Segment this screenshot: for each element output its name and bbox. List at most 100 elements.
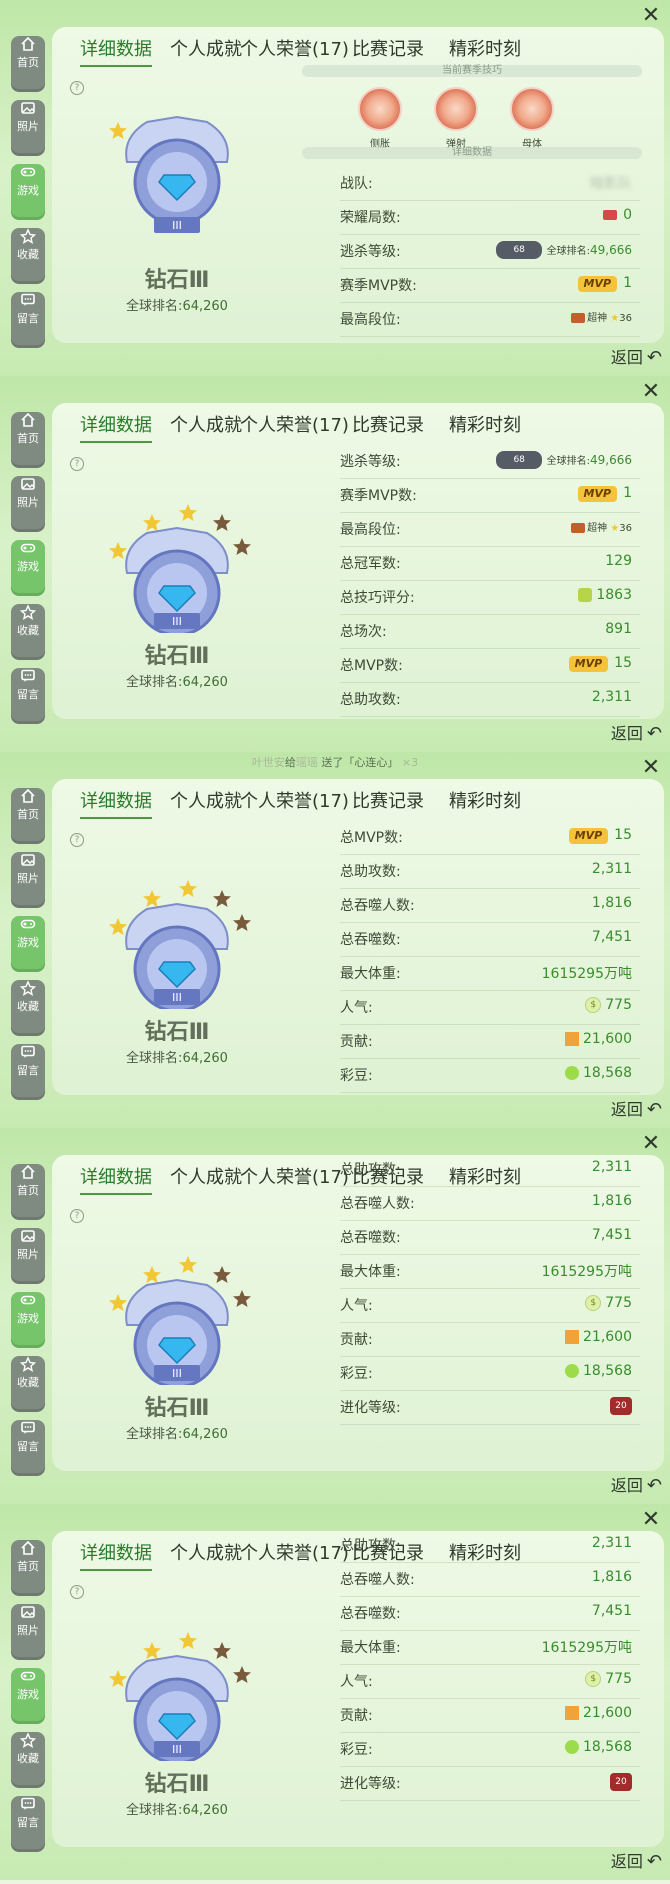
tab-highlights[interactable]: 精彩时刻 <box>449 35 521 61</box>
sidebar-item-gamepad[interactable]: 游戏 <box>11 540 45 596</box>
rank-badge: III <box>92 839 262 1013</box>
skill-item[interactable]: 侧胀 <box>357 87 403 150</box>
rank-star-icon <box>109 1670 127 1687</box>
skill-item[interactable]: 母体 <box>509 87 555 150</box>
sidebar-item-gamepad[interactable]: 游戏 <box>11 1292 45 1348</box>
tab-achievements[interactable]: 个人成就 <box>170 1163 242 1189</box>
tab-match-records[interactable]: 比赛记录 <box>352 787 424 813</box>
sidebar-item-message[interactable]: 留言 <box>11 1420 45 1476</box>
bean-icon <box>565 1066 579 1080</box>
back-button[interactable]: 返回 ↶ <box>611 344 662 368</box>
sidebar-item-home[interactable]: 首页 <box>11 412 45 468</box>
stat-label: 总助攻数: <box>340 864 401 880</box>
profile-card: 详细数据 个人成就 个人荣誉(17) 比赛记录 精彩时刻? III 钻石Ⅲ 全球排名:64… <box>52 779 664 1095</box>
back-button[interactable]: 返回 ↶ <box>611 720 662 744</box>
tab-achievements[interactable]: 个人成就 <box>170 411 242 437</box>
sidebar-item-gamepad[interactable]: 游戏 <box>11 1668 45 1724</box>
tab-honors[interactable]: 个人荣誉(17) <box>240 1539 349 1565</box>
tab-match-records[interactable]: 比赛记录 <box>352 411 424 437</box>
back-button[interactable]: 返回 ↶ <box>611 1472 662 1496</box>
rank-star-icon <box>233 538 251 555</box>
popularity-value: $775 <box>585 997 632 1013</box>
devoured-players-value: 1,816 <box>591 1569 632 1585</box>
help-icon[interactable]: ? <box>70 1585 84 1599</box>
sidebar-item-label: 首页 <box>17 432 39 445</box>
sidebar-item-home[interactable]: 首页 <box>11 1164 45 1220</box>
stats-list: 总MVP数: MVP 15 总助攻数: 2,311 总吞噬人数: 1,816 总吞噬数:… <box>340 821 640 1095</box>
gift-banner: 叶世安给瑶瑶 送了「心连心」 ×3 <box>251 756 419 769</box>
stat-row-devoured-players: 总吞噬人数:1,816 <box>340 889 640 923</box>
sidebar-item-photo[interactable]: 照片 <box>11 100 45 156</box>
tab-match-records[interactable]: 比赛记录 <box>352 35 424 61</box>
sidebar-item-home[interactable]: 首页 <box>11 1540 45 1596</box>
rank-star-icon <box>213 514 231 531</box>
tab-details[interactable]: 详细数据 <box>80 1163 152 1195</box>
sidebar-item-message[interactable]: 留言 <box>11 668 45 724</box>
help-icon[interactable]: ? <box>70 1209 84 1223</box>
tab-details[interactable]: 详细数据 <box>80 787 152 819</box>
stat-row-contribution: 贡献: 21,600 <box>340 1323 640 1357</box>
sidebar-item-photo[interactable]: 照片 <box>11 476 45 532</box>
star-badge-icon <box>11 1356 45 1372</box>
tab-details[interactable]: 详细数据 <box>80 1539 152 1571</box>
back-button[interactable]: 返回 ↶ <box>611 1848 662 1872</box>
close-icon[interactable]: ✕ <box>640 5 662 28</box>
sidebar-item-label: 首页 <box>17 1184 39 1197</box>
rank-star-icon <box>109 542 127 559</box>
skill-orb-icon <box>434 87 478 131</box>
sidebar-item-star-badge[interactable]: 收藏 <box>11 604 45 660</box>
sidebar-item-star-badge[interactable]: 收藏 <box>11 228 45 284</box>
tab-details[interactable]: 详细数据 <box>80 35 152 67</box>
sidebar-item-message[interactable]: 留言 <box>11 1796 45 1852</box>
tab-achievements[interactable]: 个人成就 <box>170 787 242 813</box>
tab-achievements[interactable]: 个人成就 <box>170 1539 242 1565</box>
sidebar-item-star-badge[interactable]: 收藏 <box>11 1356 45 1412</box>
stat-row-skill-score: 总技巧评分: 1863 <box>340 581 640 615</box>
diamond-rank-badge-icon: III <box>109 1632 251 1765</box>
sidebar-item-message[interactable]: 留言 <box>11 292 45 348</box>
sidebar-item-home[interactable]: 首页 <box>11 36 45 92</box>
sidebar-item-home[interactable]: 首页 <box>11 788 45 844</box>
sidebar-item-star-badge[interactable]: 收藏 <box>11 1732 45 1788</box>
bean-icon <box>565 1364 579 1378</box>
stat-label: 总MVP数: <box>340 830 403 846</box>
detail-section-title: 详细数据 <box>302 147 642 159</box>
tab-highlights[interactable]: 精彩时刻 <box>449 411 521 437</box>
stat-label: 彩豆: <box>340 1366 373 1382</box>
tab-honors[interactable]: 个人荣誉(17) <box>240 35 349 61</box>
tab-achievements[interactable]: 个人成就 <box>170 35 242 61</box>
stat-label: 总吞噬人数: <box>340 898 415 914</box>
tab-details[interactable]: 详细数据 <box>80 411 152 443</box>
sidebar-item-gamepad[interactable]: 游戏 <box>11 916 45 972</box>
back-button[interactable]: 返回 ↶ <box>611 1096 662 1120</box>
help-icon[interactable]: ? <box>70 81 84 95</box>
sidebar-item-label: 收藏 <box>17 1000 39 1013</box>
gift-icon <box>565 1330 579 1344</box>
stat-label: 最大体重: <box>340 1640 401 1656</box>
svg-text:III: III <box>172 1367 182 1380</box>
close-icon[interactable]: ✕ <box>640 1509 662 1532</box>
back-arrow-icon: ↶ <box>646 1475 662 1496</box>
stat-label: 总MVP数: <box>340 658 403 674</box>
gamepad-icon <box>11 164 45 180</box>
sidebar-item-photo[interactable]: 照片 <box>11 852 45 908</box>
tab-highlights[interactable]: 精彩时刻 <box>449 787 521 813</box>
stat-label: 总吞噬数: <box>340 1606 401 1622</box>
sidebar-item-photo[interactable]: 照片 <box>11 1228 45 1284</box>
rank-star-icon <box>143 1642 161 1659</box>
tab-honors[interactable]: 个人荣誉(17) <box>240 411 349 437</box>
sidebar-item-photo[interactable]: 照片 <box>11 1604 45 1660</box>
tab-honors[interactable]: 个人荣誉(17) <box>240 1163 349 1189</box>
help-icon[interactable]: ? <box>70 833 84 847</box>
close-icon[interactable]: ✕ <box>640 381 662 404</box>
tab-honors[interactable]: 个人荣誉(17) <box>240 787 349 813</box>
sidebar-item-message[interactable]: 留言 <box>11 1044 45 1100</box>
skill-item[interactable]: 弹射 <box>433 87 479 150</box>
close-icon[interactable]: ✕ <box>640 1133 662 1156</box>
help-icon[interactable]: ? <box>70 457 84 471</box>
sidebar-item-gamepad[interactable]: 游戏 <box>11 164 45 220</box>
stat-row-devoured-players: 总吞噬人数:1,816 <box>340 717 640 719</box>
close-icon[interactable]: ✕ <box>640 757 662 780</box>
assists-total-value: 2,311 <box>591 689 632 705</box>
sidebar-item-star-badge[interactable]: 收藏 <box>11 980 45 1036</box>
